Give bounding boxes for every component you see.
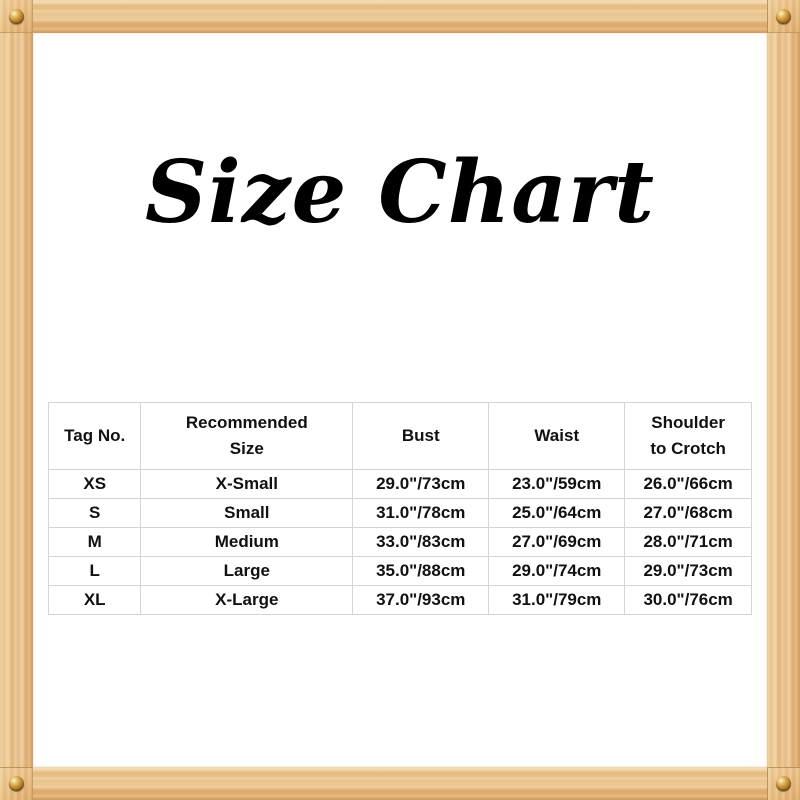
cell-tag: L	[47, 556, 142, 586]
cell-tag: S	[47, 498, 142, 528]
cell-waist: 29.0"/74cm	[488, 556, 626, 586]
page-title: Size Chart	[144, 142, 655, 243]
cell-waist: 25.0"/64cm	[488, 498, 626, 528]
column-header-shoulder-to-crotch: Shoulder to Crotch	[624, 402, 752, 470]
column-header-recommended-size-line-1: Recommended	[185, 413, 308, 432]
cell-shoulder-to-crotch: 29.0"/73cm	[624, 556, 752, 586]
table-body: XS X-Small 29.0"/73cm 23.0"/59cm 26.0"/6…	[47, 469, 752, 615]
size-chart-page: Size Chart Tag No. Recommended Size Bust…	[0, 0, 800, 800]
cell-shoulder-to-crotch: 26.0"/66cm	[624, 469, 752, 499]
frame-rail-right	[767, 0, 800, 800]
table-header: Tag No. Recommended Size Bust Waist Shou…	[47, 402, 752, 470]
cell-waist: 23.0"/59cm	[488, 469, 626, 499]
cell-recommended-size: X-Small	[140, 469, 354, 499]
table-row: S Small 31.0"/78cm 25.0"/64cm 27.0"/68cm	[47, 498, 752, 528]
column-header-shoulder-to-crotch-line-2: to Crotch	[650, 439, 726, 458]
cell-bust: 33.0"/83cm	[352, 527, 490, 557]
cell-bust: 31.0"/78cm	[352, 498, 490, 528]
column-header-waist: Waist	[488, 402, 626, 470]
cell-recommended-size: Small	[140, 498, 354, 528]
screw-icon-bottom-right	[776, 776, 791, 791]
cell-bust: 37.0"/93cm	[352, 585, 490, 615]
frame-rail-left	[0, 0, 33, 800]
frame-rail-top	[0, 0, 800, 33]
cell-recommended-size: Medium	[140, 527, 354, 557]
cell-bust: 29.0"/73cm	[352, 469, 490, 499]
cell-waist: 31.0"/79cm	[488, 585, 626, 615]
cell-shoulder-to-crotch: 30.0"/76cm	[624, 585, 752, 615]
screw-icon-bottom-left	[9, 776, 24, 791]
column-header-shoulder-to-crotch-line-1: Shoulder	[651, 413, 725, 432]
screw-icon-top-left	[9, 9, 24, 24]
cell-shoulder-to-crotch: 27.0"/68cm	[624, 498, 752, 528]
cell-shoulder-to-crotch: 28.0"/71cm	[624, 527, 752, 557]
cell-tag: XS	[47, 469, 142, 499]
cell-tag: M	[47, 527, 142, 557]
cell-bust: 35.0"/88cm	[352, 556, 490, 586]
table-row: L Large 35.0"/88cm 29.0"/74cm 29.0"/73cm	[47, 556, 752, 586]
table-header-row: Tag No. Recommended Size Bust Waist Shou…	[47, 402, 752, 470]
cell-recommended-size: Large	[140, 556, 354, 586]
column-header-bust-line-1: Bust	[401, 426, 440, 445]
column-header-recommended-size: Recommended Size	[140, 402, 354, 470]
cell-waist: 27.0"/69cm	[488, 527, 626, 557]
table-row: XL X-Large 37.0"/93cm 31.0"/79cm 30.0"/7…	[47, 585, 752, 615]
cell-recommended-size: X-Large	[140, 585, 354, 615]
table-row: M Medium 33.0"/83cm 27.0"/69cm 28.0"/71c…	[47, 527, 752, 557]
column-header-tag-no-line-1: Tag No.	[64, 426, 126, 445]
column-header-bust: Bust	[352, 402, 490, 470]
column-header-recommended-size-line-2: Size	[229, 439, 264, 458]
size-chart-table: Tag No. Recommended Size Bust Waist Shou…	[47, 402, 752, 615]
column-header-waist-line-1: Waist	[534, 426, 580, 445]
column-header-tag-no: Tag No.	[47, 402, 142, 470]
cell-tag: XL	[47, 585, 142, 615]
table-row: XS X-Small 29.0"/73cm 23.0"/59cm 26.0"/6…	[47, 469, 752, 499]
frame-rail-bottom	[0, 767, 800, 800]
screw-icon-top-right	[776, 9, 791, 24]
